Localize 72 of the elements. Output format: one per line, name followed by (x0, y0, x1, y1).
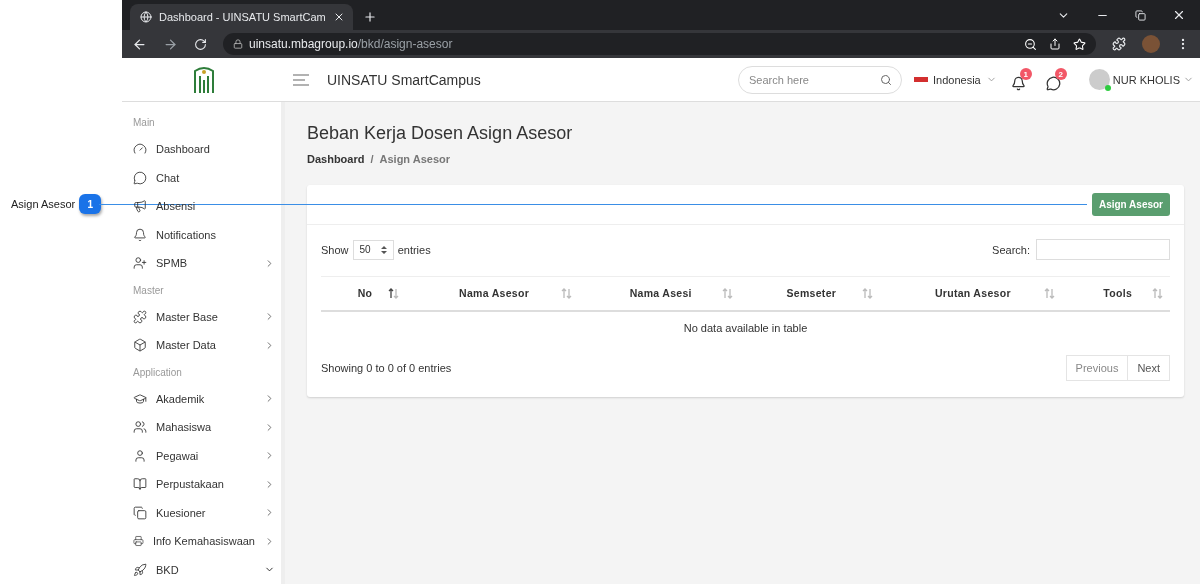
annotation-number: 1 (79, 194, 102, 214)
sidebar-item-icon (133, 256, 147, 271)
app-title: UINSATU SmartCampus (327, 71, 481, 88)
sidebar-item-icon (133, 199, 147, 214)
sidebar-item-icon (133, 505, 147, 520)
user-menu[interactable]: NUR KHOLIS (1088, 69, 1194, 90)
sort-arrows-icon (380, 245, 387, 254)
sidebar-item-icon (133, 170, 147, 185)
lock-icon (233, 39, 243, 49)
sidebar-item-icon (133, 420, 147, 435)
search-icon[interactable] (880, 73, 893, 86)
column-header[interactable]: Urutan Asesor (880, 276, 1063, 311)
entries-label: entries (397, 243, 431, 256)
breadcrumb-item[interactable]: Dashboard (307, 153, 365, 165)
address-bar[interactable]: uinsatu.mbagroup.io/bkd/asign-asesor (223, 33, 1096, 55)
sidebar-item-icon (133, 227, 147, 242)
entries-select[interactable]: 50 (352, 239, 394, 260)
search-field[interactable]: Search here (738, 65, 903, 94)
zoom-out-icon[interactable] (1024, 37, 1037, 51)
breadcrumb-item: Asign Asesor (379, 153, 451, 165)
sidebar-item[interactable]: Akademik (133, 384, 281, 413)
sidebar-item-icon (133, 142, 147, 157)
forward-icon[interactable] (163, 36, 178, 52)
empty-message: No data available in table (321, 310, 1170, 345)
browser-tab[interactable]: Dashboard - UINSATU SmartCam (130, 4, 353, 30)
sidebar-item[interactable]: Perpustakaan (133, 470, 281, 499)
column-header[interactable]: No (321, 276, 407, 311)
pagination-button[interactable]: Next (1127, 354, 1170, 381)
sidebar-item[interactable]: Pegawai (133, 441, 281, 470)
breadcrumb-separator: / (370, 153, 374, 165)
sidebar-item[interactable]: Notifications (133, 220, 281, 249)
reload-icon[interactable] (194, 37, 207, 51)
sidebar-section-label: Application (133, 365, 183, 380)
column-header[interactable]: Nama Asesi (579, 276, 740, 311)
column-header[interactable]: Semseter (739, 276, 881, 311)
sidebar-item-icon (133, 562, 147, 577)
close-icon[interactable] (1172, 8, 1186, 22)
sidebar-item-icon (133, 534, 144, 549)
logo-icon (192, 65, 215, 94)
sidebar-section-label: Master (133, 283, 165, 298)
sidebar-item[interactable]: SPMB (133, 249, 281, 278)
sidebar-item[interactable]: Chat (133, 163, 281, 192)
sidebar-item-icon (133, 338, 147, 353)
sidebar-item-icon (133, 477, 147, 492)
table-info: Showing 0 to 0 of 0 entries (321, 361, 452, 374)
sidebar-item[interactable]: Master Data (133, 331, 281, 360)
back-icon[interactable] (132, 36, 147, 52)
search-input[interactable] (1036, 239, 1170, 260)
sidebar-item[interactable]: Dashboard (133, 135, 281, 164)
share-icon[interactable] (1049, 37, 1061, 50)
column-header[interactable]: Tools (1062, 276, 1170, 311)
annotation-label: Asign Asesor (11, 198, 76, 210)
new-tab-icon[interactable] (362, 10, 377, 24)
column-header[interactable]: Nama Asesor (406, 276, 580, 311)
sidebar-item[interactable]: Master Base (133, 302, 281, 331)
show-label: Show (321, 243, 349, 256)
language-selector[interactable]: Indonesia (914, 73, 997, 86)
sort-icon[interactable] (388, 287, 400, 299)
page-title: Beban Kerja Dosen Asign Asesor (307, 122, 574, 144)
globe-icon (140, 11, 152, 23)
restore-icon[interactable] (1135, 9, 1146, 21)
star-icon[interactable] (1073, 37, 1086, 51)
sidebar-item[interactable]: Info Kemahasiswaan (133, 527, 281, 556)
sidebar-item-icon (133, 309, 147, 324)
extensions-icon[interactable] (1112, 37, 1126, 51)
sidebar-section-label: Main (133, 116, 156, 130)
sidebar-item[interactable]: Mahasiswa (133, 413, 281, 442)
sidebar-item-icon (133, 391, 147, 406)
sidebar-item[interactable]: BKD (133, 555, 281, 584)
sidebar-item-icon (133, 448, 147, 463)
search-label: Search: (992, 243, 1030, 256)
sidebar-item[interactable]: Kuesioner (133, 498, 281, 527)
